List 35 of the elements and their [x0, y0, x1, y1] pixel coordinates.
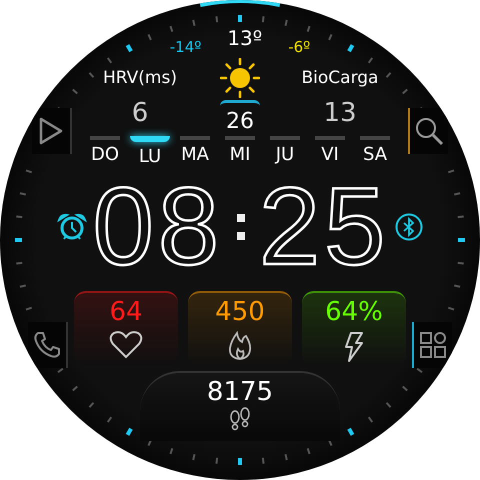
- lightning-bolt-icon: [343, 331, 365, 363]
- biocarga-value: 13: [323, 98, 357, 128]
- clock-minutes: 25: [259, 177, 390, 277]
- weekday: JU: [276, 144, 294, 165]
- weekday: SA: [362, 144, 388, 165]
- high-temperature: -6º: [288, 37, 310, 56]
- flame-icon: [227, 331, 253, 361]
- bluetooth-icon: [395, 213, 424, 241]
- clock-hours: 08: [92, 177, 223, 277]
- weekday: MI: [230, 144, 250, 165]
- weekday: LU: [138, 146, 162, 167]
- low-temperature: -14º: [170, 37, 202, 56]
- alarm-icon: [56, 212, 87, 242]
- weekday: VI: [321, 144, 339, 165]
- current-temperature: 13º: [227, 26, 262, 50]
- biocarga-label: BioCarga: [302, 68, 378, 88]
- stat-value: 64%: [325, 297, 383, 327]
- sun-icon: [220, 58, 260, 98]
- apps-grid-icon: [420, 332, 446, 358]
- stat-value: 64: [109, 297, 143, 327]
- play-icon: [38, 116, 64, 146]
- weekday: DO: [90, 144, 120, 165]
- search-icon: [414, 116, 444, 146]
- hrv-value: 6: [132, 98, 148, 128]
- hrv-label: HRV(ms): [103, 68, 177, 88]
- footprints-icon: [228, 407, 252, 431]
- phone-icon: [32, 330, 62, 360]
- heart-icon: [109, 331, 143, 359]
- play-button[interactable]: [32, 108, 72, 154]
- phone-button[interactable]: [28, 322, 68, 368]
- apps-button[interactable]: [412, 322, 452, 368]
- weekday: MA: [181, 144, 209, 165]
- stat-value: 450: [215, 297, 265, 327]
- search-button[interactable]: [408, 108, 448, 154]
- step-count: 8175: [206, 377, 274, 407]
